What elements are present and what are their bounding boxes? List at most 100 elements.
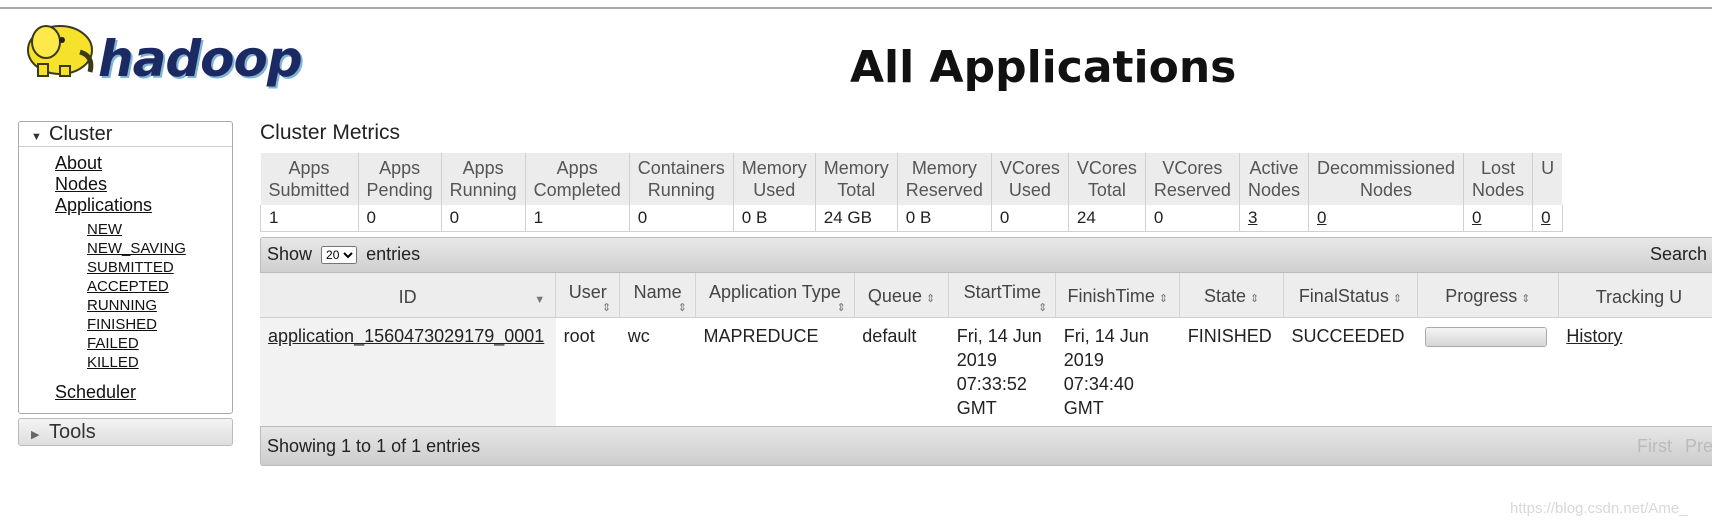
- metric-header-line: Apps: [379, 158, 421, 178]
- metric-link[interactable]: 0: [1472, 208, 1481, 227]
- nav-state-killed[interactable]: KILLED: [87, 353, 232, 372]
- metric-header: VCores Total: [1067, 153, 1146, 205]
- column-header-label: Queue: [867, 285, 922, 306]
- table-row: application_1560473029179_0001 root wc MAPR…: [260, 317, 1712, 427]
- nav-state-new-saving[interactable]: NEW_SAVING: [87, 239, 232, 258]
- metric-value: 1: [525, 205, 630, 232]
- table-cell: Fri, 14 Jun 2019 07:34:40 GMT: [1056, 318, 1180, 427]
- column-header-label: Progress: [1445, 285, 1518, 306]
- cell-start-time-line: GMT: [956, 398, 997, 418]
- nav-link-applications[interactable]: Applications: [55, 195, 232, 216]
- metric-header: Memory Used: [732, 153, 816, 205]
- metric-header-line: Nodes: [1472, 180, 1525, 200]
- table-cell: [1417, 318, 1558, 427]
- tracking-link[interactable]: History: [1566, 326, 1622, 346]
- logo-text: hadoop: [98, 30, 303, 88]
- nav-state-finished[interactable]: FINISHED: [87, 315, 232, 334]
- nav-link-nodes[interactable]: Nodes: [55, 174, 232, 195]
- metric-header-line: Memory: [911, 158, 977, 178]
- column-header[interactable]: FinalStatus ⇕: [1283, 273, 1418, 318]
- column-header[interactable]: Application Type ⇕: [695, 273, 855, 318]
- metric-header: Apps Submitted: [260, 153, 359, 205]
- metric-value: 0: [1145, 205, 1240, 232]
- metric-link[interactable]: 0: [1541, 208, 1550, 227]
- column-header[interactable]: ID ▼: [260, 273, 557, 318]
- cluster-toggle[interactable]: ▼ Cluster: [19, 122, 232, 147]
- sort-icon: ⇕: [836, 302, 846, 314]
- column-header-label: StartTime: [963, 282, 1041, 302]
- table-toolbar: Show 20 entries Search: [260, 237, 1712, 273]
- column-header[interactable]: Queue ⇕: [854, 273, 950, 318]
- search-label[interactable]: Search: [1650, 244, 1707, 265]
- metric-header-line: Total: [837, 180, 876, 200]
- nav-link-about[interactable]: About: [55, 153, 232, 174]
- metric-header-line: Apps: [556, 158, 598, 178]
- metric-header-line: Pending: [366, 180, 433, 200]
- metric-value: 1: [260, 205, 359, 232]
- metric-value: 0: [441, 205, 526, 232]
- sort-icon: ⇕: [1521, 292, 1531, 305]
- metric-header-line: Used: [753, 180, 796, 200]
- nav-state-accepted[interactable]: ACCEPTED: [87, 277, 232, 296]
- progress-fill: [1426, 328, 1547, 346]
- nav-state-failed[interactable]: FAILED: [87, 334, 232, 353]
- metric-header-line: Total: [1087, 180, 1126, 200]
- sort-icon: ⇕: [1038, 302, 1048, 314]
- metric-link[interactable]: 0: [1317, 208, 1326, 227]
- sort-icon: ⇕: [1392, 292, 1403, 305]
- column-header[interactable]: StartTime ⇕: [948, 273, 1057, 318]
- pager-previous[interactable]: Pre: [1685, 436, 1712, 456]
- table-cell[interactable]: application_1560473029179_0001: [260, 317, 556, 426]
- metric-header-line: VCores: [1076, 158, 1137, 178]
- metric-value: 24: [1068, 205, 1146, 232]
- show-label: Show: [267, 244, 313, 264]
- metric-header: Memory Reserved: [896, 153, 992, 205]
- cluster-metrics-table: Apps Submitted Apps Pending Apps Running Apps C…: [260, 153, 1563, 232]
- metric-value[interactable]: 0: [1463, 205, 1534, 232]
- metric-header-line: Decommissioned: [1316, 158, 1456, 178]
- nav-state-new[interactable]: NEW: [87, 220, 232, 239]
- pager-first[interactable]: First: [1637, 436, 1672, 456]
- cell-state: FINISHED: [1187, 326, 1272, 346]
- table-footer: Showing 1 to 1 of 1 entries First Pre: [260, 426, 1712, 466]
- metric-value[interactable]: 0: [1308, 205, 1465, 232]
- column-header[interactable]: Name ⇕: [619, 273, 697, 318]
- metric-header-line: Lost: [1481, 158, 1516, 178]
- metric-header-line: Used: [1008, 180, 1051, 200]
- column-header[interactable]: State ⇕: [1179, 273, 1284, 318]
- cell-start-time-line: Fri, 14 Jun: [956, 326, 1042, 346]
- metric-value[interactable]: 0: [1532, 205, 1563, 232]
- cluster-label: Cluster: [49, 123, 113, 145]
- column-header[interactable]: Tracking U: [1558, 273, 1712, 318]
- top-divider: [0, 7, 1712, 9]
- column-header[interactable]: Progress ⇕: [1417, 273, 1559, 318]
- sort-icon: ⇕: [925, 292, 936, 305]
- metric-value[interactable]: 3: [1239, 205, 1309, 232]
- metric-link[interactable]: 3: [1248, 208, 1257, 227]
- metric-header: Apps Completed: [524, 153, 630, 205]
- metric-value: 0: [991, 205, 1069, 232]
- metric-header-line: Running: [647, 180, 715, 200]
- cell-start-time-line: 2019: [956, 350, 997, 370]
- nav-state-running[interactable]: RUNNING: [87, 296, 232, 315]
- metric-header: Active Nodes: [1238, 153, 1309, 205]
- metric-header: Lost Nodes: [1463, 153, 1533, 205]
- metric-header: Decommissioned Nodes: [1307, 153, 1464, 205]
- nav-link-scheduler[interactable]: Scheduler: [55, 382, 232, 403]
- app-id-link[interactable]: application_1560473029179_0001: [268, 326, 544, 346]
- pagination: First Pre: [1637, 436, 1712, 457]
- metric-header: VCores Used: [990, 153, 1069, 205]
- column-header[interactable]: User ⇕: [555, 273, 621, 318]
- metric-header-line: Apps: [288, 158, 330, 178]
- page-size-select[interactable]: 20: [321, 246, 358, 265]
- table-cell[interactable]: History: [1558, 318, 1712, 427]
- cell-finish-time-line: Fri, 14 Jun: [1063, 326, 1149, 346]
- metric-header: Containers Running: [628, 153, 734, 205]
- tools-toggle[interactable]: ▶ Tools: [18, 418, 233, 446]
- applications-panel: Show 20 entries Search ID ▼ User ⇕ Name ⇕ Appl…: [260, 237, 1712, 466]
- metric-header-line: Memory: [741, 158, 807, 178]
- nav-state-submitted[interactable]: SUBMITTED: [87, 258, 232, 277]
- column-header-label: Name: [633, 282, 682, 302]
- column-header[interactable]: FinishTime ⇕: [1055, 273, 1181, 318]
- column-header-label: State: [1203, 285, 1247, 306]
